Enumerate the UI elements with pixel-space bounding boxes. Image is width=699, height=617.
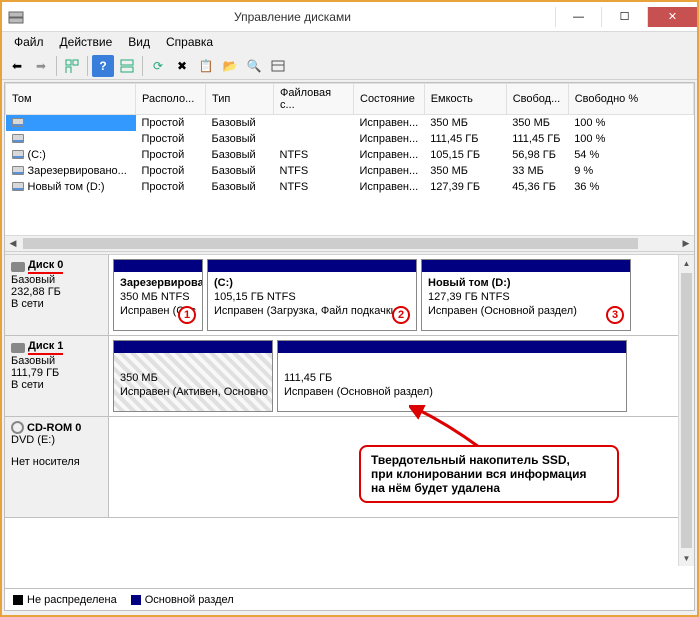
- volume-row[interactable]: Зарезервировано...ПростойБазовыйNTFSИспр…: [6, 163, 694, 179]
- menu-help[interactable]: Справка: [158, 33, 221, 51]
- content-pane: Том Располо... Тип Файловая с... Состоян…: [4, 82, 695, 611]
- annotation-badge: 2: [392, 306, 410, 324]
- col-state[interactable]: Состояние: [354, 84, 425, 115]
- disk-icon: [11, 343, 25, 353]
- col-type[interactable]: Тип: [206, 84, 274, 115]
- disk-size: 111,79 ГБ: [11, 367, 102, 379]
- partition[interactable]: 350 МБИсправен (Активен, Основно: [113, 340, 273, 412]
- disk-icon: [11, 262, 25, 272]
- app-icon: [8, 9, 24, 25]
- hscrollbar[interactable]: ◀▶: [5, 235, 694, 251]
- partition[interactable]: 111,45 ГБИсправен (Основной раздел): [277, 340, 627, 412]
- back-button[interactable]: ⬅: [6, 55, 28, 77]
- annotation-badge: 3: [606, 306, 624, 324]
- menu-file[interactable]: Файл: [6, 33, 52, 51]
- forward-button[interactable]: ➡: [30, 55, 52, 77]
- toolbar: ⬅ ➡ ? ⟳ ✖ 📋 📂 🔍: [2, 52, 697, 80]
- volume-row[interactable]: Новый том (D:)ПростойБазовыйNTFSИсправен…: [6, 179, 694, 195]
- legend-unalloc-swatch: [13, 595, 23, 605]
- minimize-button[interactable]: —: [555, 7, 601, 27]
- col-freepct[interactable]: Свободно %: [568, 84, 693, 115]
- cd-name: CD-ROM 0: [27, 422, 81, 434]
- col-free[interactable]: Свобод...: [506, 84, 568, 115]
- col-layout[interactable]: Располо...: [136, 84, 206, 115]
- refresh-button[interactable]: ⟳: [147, 55, 169, 77]
- legend-primary-swatch: [131, 595, 141, 605]
- disk-row[interactable]: Диск 0Базовый232,88 ГБВ сети Зарезервиров…: [5, 255, 678, 336]
- close-button[interactable]: ✕: [647, 7, 697, 27]
- partition[interactable]: (C:)105,15 ГБ NTFSИсправен (Загрузка, Фа…: [207, 259, 417, 331]
- properties-button[interactable]: 📋: [195, 55, 217, 77]
- drive-icon: [12, 182, 24, 191]
- column-headers[interactable]: Том Располо... Тип Файловая с... Состоян…: [6, 84, 694, 115]
- cd-status: Нет носителя: [11, 456, 102, 468]
- cdrom-row[interactable]: CD-ROM 0 DVD (E:) Нет носителя Твердотел…: [5, 417, 678, 518]
- views2-button[interactable]: [116, 55, 138, 77]
- col-fs[interactable]: Файловая с...: [274, 84, 354, 115]
- title-bar: Управление дисками — ☐ ✕: [2, 2, 697, 32]
- col-tom[interactable]: Том: [6, 84, 136, 115]
- explore-button[interactable]: 🔍: [243, 55, 265, 77]
- disk-size: 232,88 ГБ: [11, 286, 102, 298]
- disk-status: В сети: [11, 379, 102, 391]
- volume-list[interactable]: Том Располо... Тип Файловая с... Состоян…: [5, 83, 694, 235]
- col-capacity[interactable]: Емкость: [424, 84, 506, 115]
- legend: Не распределена Основной раздел: [5, 588, 694, 610]
- settings-button[interactable]: [267, 55, 289, 77]
- legend-unalloc: Не распределена: [27, 594, 117, 606]
- drive-icon: [12, 118, 24, 127]
- cd-icon: [11, 421, 24, 434]
- disk-type: Базовый: [11, 274, 102, 286]
- disk-status: В сети: [11, 298, 102, 310]
- views-button[interactable]: [61, 55, 83, 77]
- annotation-badge: 1: [178, 306, 196, 324]
- volume-row[interactable]: (C:)ПростойБазовыйNTFSИсправен...105,15 …: [6, 147, 694, 163]
- menu-bar: Файл Действие Вид Справка: [2, 32, 697, 52]
- maximize-button[interactable]: ☐: [601, 7, 647, 27]
- menu-view[interactable]: Вид: [120, 33, 158, 51]
- cd-device: DVD (E:): [11, 434, 102, 446]
- help-button[interactable]: ?: [92, 55, 114, 77]
- partition[interactable]: Новый том (D:)127,39 ГБ NTFSИсправен (Ос…: [421, 259, 631, 331]
- disk-type: Базовый: [11, 355, 102, 367]
- window-title: Управление дисками: [30, 10, 555, 24]
- partition[interactable]: Зарезервирован350 МБ NTFSИсправен (Сис1: [113, 259, 203, 331]
- drive-icon: [12, 134, 24, 143]
- disk-row[interactable]: Диск 1Базовый111,79 ГБВ сети 350 МБИспра…: [5, 336, 678, 417]
- legend-primary: Основной раздел: [145, 594, 234, 606]
- volume-row[interactable]: ПростойБазовыйИсправен...111,45 ГБ111,45…: [6, 131, 694, 147]
- disk-name: Диск 1: [28, 340, 63, 355]
- drive-icon: [12, 150, 24, 159]
- disk-name: Диск 0: [28, 259, 63, 274]
- annotation-callout: Твердотельный накопитель SSD, при клонир…: [359, 445, 619, 503]
- volume-row[interactable]: ПростойБазовыйИсправен...350 МБ350 МБ100…: [6, 115, 694, 131]
- drive-icon: [12, 166, 24, 175]
- vscrollbar[interactable]: ▲▼: [678, 255, 694, 566]
- open-button[interactable]: 📂: [219, 55, 241, 77]
- delete-button[interactable]: ✖: [171, 55, 193, 77]
- disk-map-pane: Диск 0Базовый232,88 ГБВ сетиЗарезервиров…: [5, 255, 694, 588]
- menu-action[interactable]: Действие: [52, 33, 121, 51]
